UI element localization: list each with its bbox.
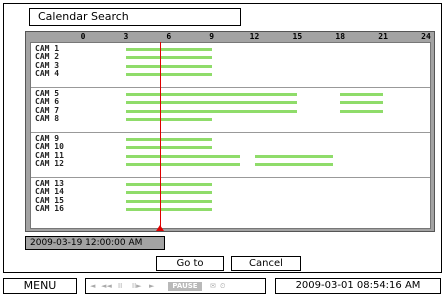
window-title: Calendar Search <box>29 8 241 26</box>
current-datetime: 2009-03-01 08:54:16 AM <box>275 278 441 294</box>
hour-axis: 0 3 6 9 12 15 18 21 24 <box>26 32 436 42</box>
step-forward-icon[interactable]: II► <box>132 281 142 291</box>
hour-tick-label: 9 <box>209 32 215 41</box>
hour-tick-label: 6 <box>166 32 172 41</box>
camera-label: CAM 4 <box>35 69 60 79</box>
camera-label: CAM 8 <box>35 114 60 124</box>
recording-bar[interactable] <box>125 48 212 51</box>
time-cursor-handle[interactable] <box>156 225 165 231</box>
recording-bar[interactable] <box>254 163 334 167</box>
pause-icon[interactable]: II <box>118 281 122 291</box>
record-status-icon: ✉ <box>210 282 216 290</box>
play-icon[interactable]: ► <box>149 281 154 291</box>
recording-bar[interactable] <box>125 199 212 203</box>
go-to-button[interactable]: Go to <box>156 256 224 271</box>
camera-group-divider <box>31 132 430 133</box>
pause-badge: PAUSE <box>168 282 202 291</box>
recording-bar[interactable] <box>125 64 212 68</box>
recording-bar[interactable] <box>254 154 334 158</box>
recording-bar[interactable] <box>125 93 298 96</box>
recording-bar[interactable] <box>125 154 241 158</box>
recording-bar[interactable] <box>340 109 384 113</box>
hour-tick-label: 21 <box>378 32 388 41</box>
camera-label: CAM 16 <box>35 204 64 214</box>
recording-bar[interactable] <box>125 138 212 141</box>
recording-bar[interactable] <box>125 208 212 212</box>
rewind-icon[interactable]: ◄ <box>90 281 95 291</box>
recording-bar[interactable] <box>125 163 241 167</box>
camera-group-divider <box>31 87 430 88</box>
menu-button[interactable]: MENU <box>3 278 77 294</box>
cancel-button[interactable]: Cancel <box>231 256 301 271</box>
hour-tick-label: 18 <box>335 32 346 41</box>
recording-bar[interactable] <box>125 73 212 77</box>
hour-tick-label: 12 <box>249 32 260 41</box>
timeline-panel: 0 3 6 9 12 15 18 21 24 CAM 1 CAM 2 CAM 3 CAM 4 CAM 5… <box>25 31 435 232</box>
hour-tick-label: 3 <box>123 32 129 41</box>
status-bar: MENU PAUSE ◄ ◄◄ II II► ► ✉ ⏲ 2009-03-01 08:54:… <box>3 278 442 295</box>
hour-tick-label: 15 <box>292 32 303 41</box>
camera-group-divider <box>31 177 430 178</box>
recording-bar[interactable] <box>125 101 298 105</box>
selected-time-display: 2009-03-19 12:00:00 AM <box>25 236 165 250</box>
timer-icon: ⏲ <box>220 282 226 290</box>
recording-bar[interactable] <box>125 109 298 113</box>
recording-bar[interactable] <box>125 183 212 186</box>
recording-bar[interactable] <box>125 146 212 150</box>
fast-rewind-icon[interactable]: ◄◄ <box>101 281 112 291</box>
playback-controls: PAUSE ◄ ◄◄ II II► ► ✉ ⏲ <box>85 278 266 294</box>
recording-bar[interactable] <box>125 118 212 122</box>
recording-bar[interactable] <box>125 191 212 195</box>
camera-label: CAM 12 <box>35 159 64 169</box>
recording-bar[interactable] <box>125 56 212 60</box>
hour-tick-label: 0 <box>80 32 86 41</box>
time-cursor-line[interactable] <box>160 42 162 231</box>
recording-bar[interactable] <box>340 93 384 96</box>
recording-bar[interactable] <box>340 101 384 105</box>
timeline-grid[interactable]: CAM 1 CAM 2 CAM 3 CAM 4 CAM 5 CAM 6 CAM 7 CAM 8… <box>30 42 431 229</box>
hour-tick-label: 24 <box>421 32 431 41</box>
